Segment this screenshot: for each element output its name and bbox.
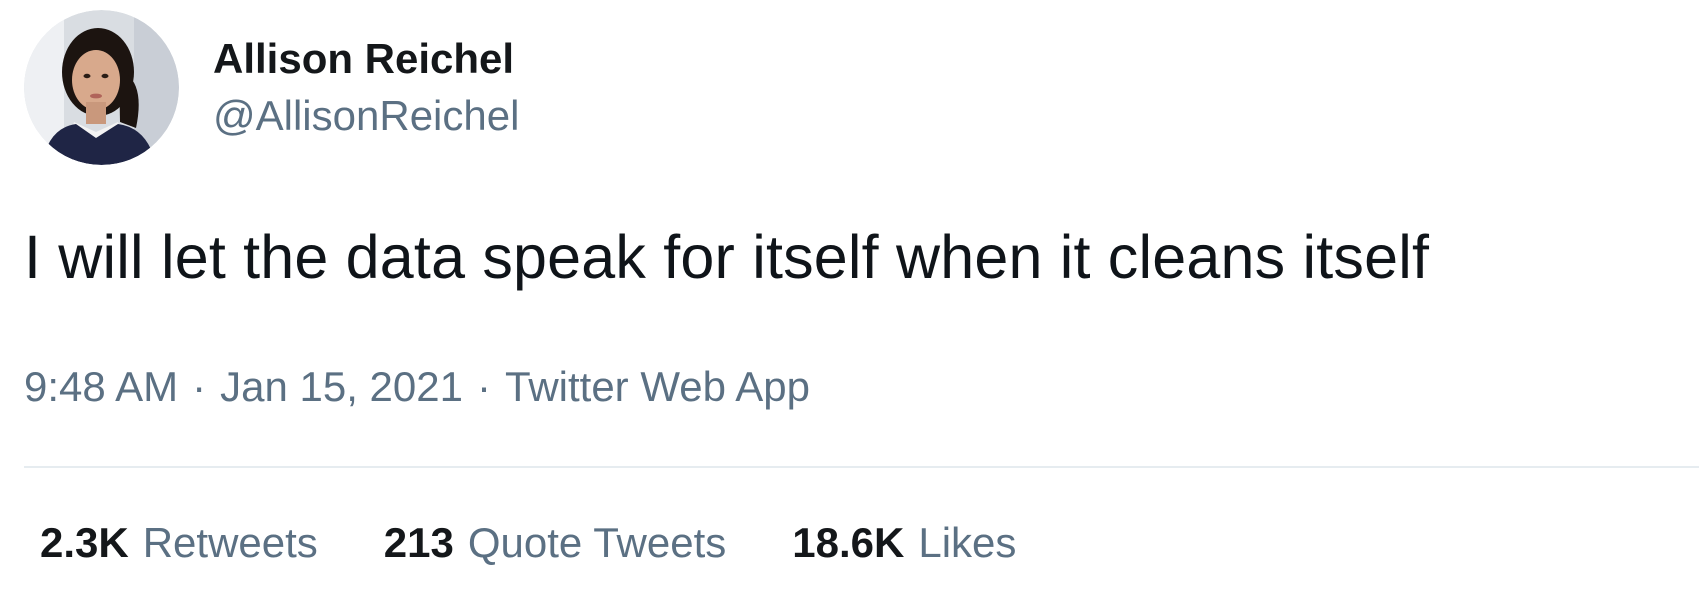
- quote-tweets-stat[interactable]: 213 Quote Tweets: [384, 518, 726, 568]
- retweets-count: 2.3K: [40, 519, 129, 566]
- likes-label: Likes: [918, 519, 1017, 566]
- tweet-text: I will let the data speak for itself whe…: [24, 223, 1430, 291]
- tweet-date: Jan 15, 2021: [220, 363, 463, 410]
- tweet-header: Allison Reichel @AllisonReichel: [24, 10, 519, 165]
- retweets-label: Retweets: [142, 519, 318, 566]
- retweets-stat[interactable]: 2.3K Retweets: [40, 518, 318, 568]
- likes-stat[interactable]: 18.6K Likes: [792, 518, 1016, 568]
- tweet-timestamp[interactable]: 9:48 AM · Jan 15, 2021: [24, 363, 463, 410]
- quote-tweets-count: 213: [383, 519, 454, 566]
- author-handle[interactable]: @AllisonReichel: [213, 92, 519, 140]
- avatar[interactable]: [24, 10, 179, 165]
- tweet-card: Allison Reichel @AllisonReichel I will l…: [0, 0, 1699, 610]
- engagement-stats: 2.3K Retweets 213 Quote Tweets 18.6K Lik…: [40, 518, 1082, 568]
- meta-separator: ·: [476, 363, 491, 410]
- author-names: Allison Reichel @AllisonReichel: [213, 10, 519, 165]
- author-display-name[interactable]: Allison Reichel: [213, 35, 519, 83]
- tweet-source[interactable]: Twitter Web App: [505, 363, 810, 410]
- likes-count: 18.6K: [792, 519, 905, 566]
- tweet-metadata: 9:48 AM · Jan 15, 2021 · Twitter Web App: [24, 362, 810, 412]
- meta-separator: ·: [192, 363, 207, 410]
- stats-divider: [24, 466, 1699, 468]
- quote-tweets-label: Quote Tweets: [467, 519, 727, 566]
- tweet-time: 9:48 AM: [24, 363, 179, 410]
